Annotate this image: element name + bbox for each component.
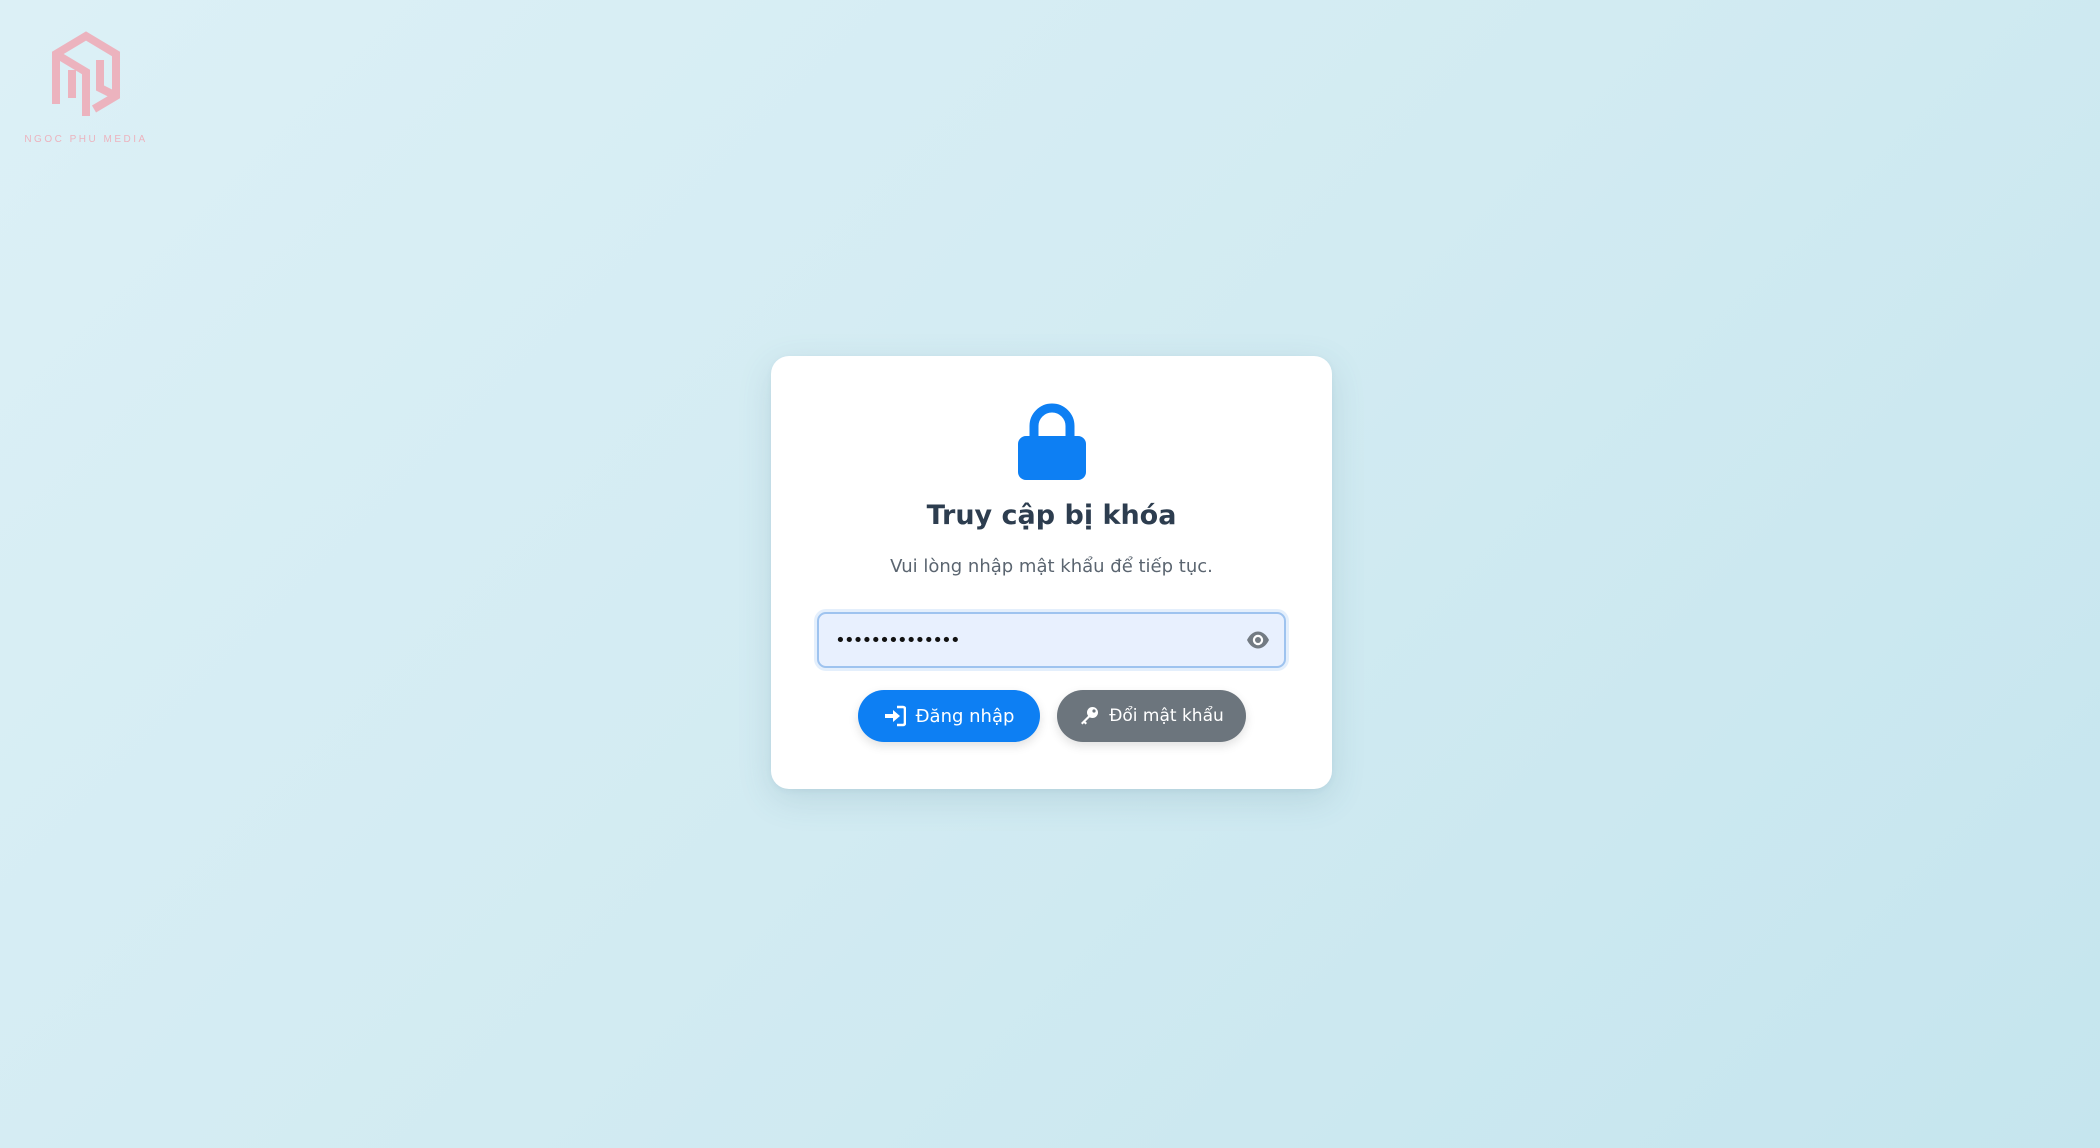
- password-input[interactable]: [819, 614, 1239, 666]
- sign-in-icon: [884, 705, 906, 727]
- login-button[interactable]: Đăng nhập: [858, 690, 1040, 742]
- page-title: Truy cập bị khóa: [926, 500, 1177, 531]
- change-password-button[interactable]: Đổi mật khẩu: [1057, 690, 1246, 742]
- action-buttons: Đăng nhập Đổi mật khẩu: [771, 690, 1332, 742]
- brand-logo: NGOC PHU MEDIA: [18, 20, 154, 145]
- key-icon: [1081, 707, 1099, 725]
- lock-card: Truy cập bị khóa Vui lòng nhập mật khẩu …: [771, 356, 1332, 789]
- password-field: [817, 612, 1286, 668]
- login-button-label: Đăng nhập: [915, 705, 1015, 727]
- np-hexagon-logo-icon: [52, 31, 120, 116]
- change-password-button-label: Đổi mật khẩu: [1109, 706, 1224, 726]
- eye-icon[interactable]: [1246, 629, 1270, 651]
- brand-name: NGOC PHU MEDIA: [24, 134, 148, 145]
- lock-icon: [1018, 403, 1086, 480]
- page-subtitle: Vui lòng nhập mật khẩu để tiếp tục.: [890, 556, 1213, 577]
